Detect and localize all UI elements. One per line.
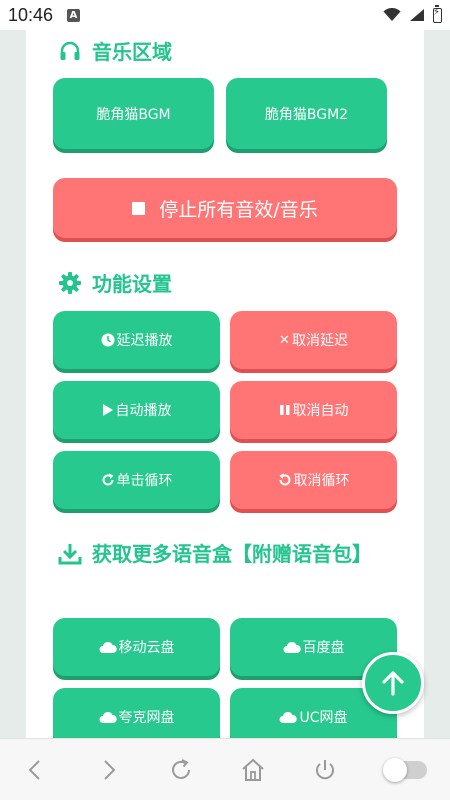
cloud-icon — [283, 641, 301, 653]
mobile-cloud-button[interactable]: 移动云盘 — [53, 618, 220, 676]
cancel-delay-button[interactable]: ✕ 取消延迟 — [230, 311, 397, 369]
bgm-button-1-label: 脆角猫BGM — [96, 106, 171, 123]
x-icon: ✕ — [279, 332, 290, 348]
stop-icon — [132, 201, 146, 215]
status-time: 10:46 — [8, 4, 54, 25]
bgm-button-1[interactable]: 脆角猫BGM — [53, 78, 214, 149]
gear-icon — [59, 271, 81, 294]
delay-play-button[interactable]: 延迟播放 — [53, 311, 220, 369]
toggle-switch[interactable] — [382, 757, 427, 782]
delay-play-label: 延迟播放 — [116, 333, 173, 349]
music-section-label: 音乐区域 — [92, 40, 172, 64]
status-bar: 10:46 A — [0, 0, 450, 30]
stop-all-label: 停止所有音效/音乐 — [159, 198, 318, 221]
undo-icon — [279, 473, 290, 486]
cancel-loop-button[interactable]: 取消循环 — [230, 451, 397, 509]
bgm-button-2-label: 脆角猫BGM2 — [264, 106, 349, 123]
main-content[interactable]: 音乐区域 脆角猫BGM 脆角猫BGM2 停止所有音效/音乐 功能设置 延迟播放 … — [26, 30, 424, 738]
cloud-icon — [279, 711, 298, 723]
stop-all-button[interactable]: 停止所有音效/音乐 — [53, 178, 397, 238]
baidu-pan-label: 百度盘 — [302, 640, 345, 656]
headphones-icon — [60, 41, 80, 60]
back-icon[interactable] — [23, 757, 49, 783]
signal-icon — [410, 9, 424, 21]
single-loop-label: 单击循环 — [116, 473, 173, 489]
cancel-loop-label: 取消循环 — [293, 473, 350, 489]
notification-a-icon: A — [67, 8, 81, 22]
quark-pan-button[interactable]: 夸克网盘 — [53, 688, 220, 738]
settings-section-title: 功能设置 — [58, 268, 172, 297]
mobile-cloud-label: 移动云盘 — [118, 640, 175, 656]
single-loop-button[interactable]: 单击循环 — [53, 451, 220, 509]
redo-icon — [102, 473, 113, 486]
download-section-title: 获取更多语音盒【附赠语音包】 — [58, 538, 378, 570]
music-section-title: 音乐区域 — [58, 36, 172, 65]
scroll-top-button[interactable] — [362, 652, 424, 714]
auto-play-label: 自动播放 — [115, 403, 172, 419]
bgm-button-2[interactable]: 脆角猫BGM2 — [226, 78, 387, 149]
clock-icon — [101, 333, 114, 347]
wifi-icon — [383, 8, 401, 21]
toggle-knob — [382, 757, 407, 782]
home-icon[interactable] — [240, 757, 266, 783]
cancel-auto-label: 取消自动 — [292, 403, 349, 419]
download-icon — [58, 544, 82, 565]
download-section-label: 获取更多语音盒【附赠语音包】 — [92, 542, 372, 566]
pause-icon — [279, 405, 289, 415]
left-margin — [0, 30, 26, 738]
cloud-icon — [99, 711, 117, 723]
refresh-icon[interactable] — [168, 757, 194, 783]
cancel-delay-label: 取消延迟 — [291, 333, 348, 349]
forward-icon[interactable] — [95, 757, 121, 783]
status-icons — [383, 4, 442, 23]
cloud-icon — [99, 641, 117, 653]
battery-charging-icon — [433, 4, 442, 23]
auto-play-button[interactable]: 自动播放 — [53, 381, 220, 439]
play-icon — [102, 404, 113, 416]
uc-pan-label: UC网盘 — [299, 710, 348, 726]
power-icon[interactable] — [312, 757, 338, 783]
quark-pan-label: 夸克网盘 — [118, 710, 175, 726]
cancel-auto-button[interactable]: 取消自动 — [230, 381, 397, 439]
settings-section-label: 功能设置 — [92, 272, 172, 296]
right-margin — [424, 30, 450, 738]
arrow-up-icon — [382, 671, 404, 696]
bottom-nav — [0, 738, 450, 800]
